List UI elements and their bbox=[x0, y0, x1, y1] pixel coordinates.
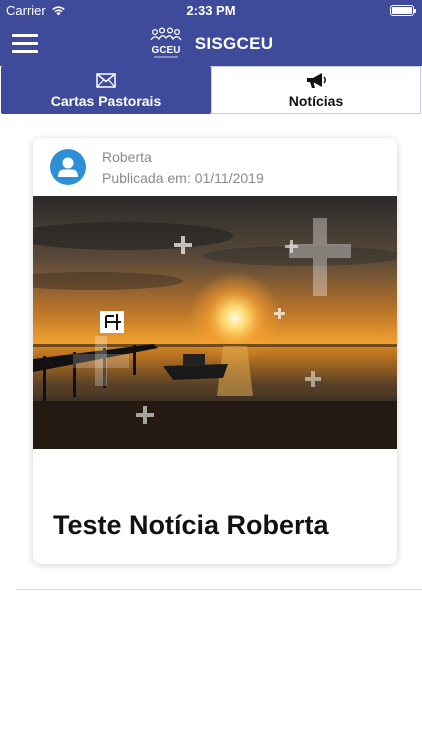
list-divider bbox=[16, 589, 422, 590]
navigation-bar: GCEU SISGCEU bbox=[0, 22, 422, 66]
nav-title: SISGCEU bbox=[194, 34, 274, 53]
battery-icon bbox=[390, 5, 416, 16]
news-author: Roberta bbox=[102, 149, 152, 165]
tab-label: Cartas Pastorais bbox=[50, 92, 162, 109]
news-card[interactable]: Roberta Publicada em: 01/11/2019 Teste N… bbox=[33, 138, 397, 564]
news-title: Teste Notícia Roberta bbox=[53, 510, 329, 540]
logo-text: GCEU bbox=[151, 45, 180, 56]
gceu-logo: GCEU bbox=[150, 27, 182, 58]
envelope-icon bbox=[95, 72, 117, 90]
status-time: 2:33 PM bbox=[186, 3, 236, 18]
status-bar: Carrier 2:33 PM bbox=[0, 0, 422, 22]
published-label: Publicada em: bbox=[102, 170, 191, 186]
published-date: 01/11/2019 bbox=[194, 170, 264, 186]
tab-label: Notícias bbox=[288, 92, 344, 109]
user-avatar-icon bbox=[50, 149, 86, 185]
megaphone-icon bbox=[305, 72, 327, 90]
card-header: Roberta Publicada em: 01/11/2019 bbox=[33, 138, 397, 196]
nav-center: GCEU SISGCEU bbox=[0, 22, 422, 66]
news-date: Publicada em: 01/11/2019 bbox=[102, 170, 264, 186]
tab-noticias[interactable]: Notícias bbox=[211, 66, 421, 114]
news-image[interactable] bbox=[33, 196, 397, 449]
tab-bar: Cartas Pastorais Notícias bbox=[0, 66, 422, 114]
tab-cartas-pastorais[interactable]: Cartas Pastorais bbox=[1, 66, 211, 114]
